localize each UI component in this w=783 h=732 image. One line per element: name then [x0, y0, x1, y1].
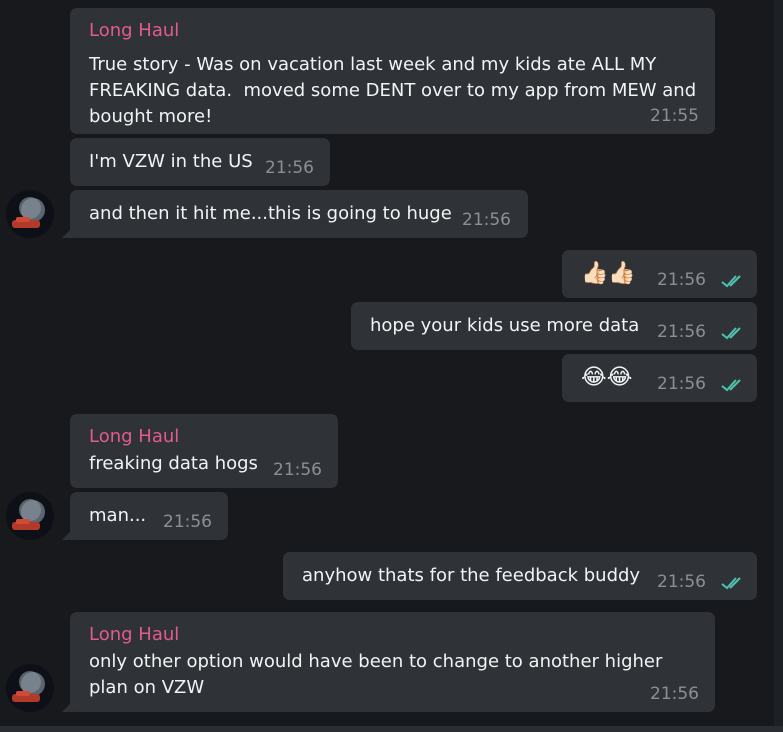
user-avatar[interactable] — [6, 664, 54, 712]
message-time: 21:56 — [657, 270, 706, 290]
message-text: freaking data hogs — [89, 453, 258, 474]
message-text: hope your kids use more data — [370, 315, 640, 336]
message-text: and then it hit me...this is going to hu… — [89, 203, 452, 224]
double-check-icon — [721, 275, 741, 288]
user-avatar[interactable] — [6, 190, 54, 238]
message-time: 21:56 — [273, 460, 322, 480]
message-bubble-outgoing[interactable]: 👍🏻👍🏻 21:56 — [562, 250, 757, 298]
message-bubble-outgoing[interactable]: 😂😂 21:56 — [562, 354, 757, 402]
message-time: 21:56 — [163, 512, 212, 532]
sender-name[interactable]: Long Haul — [89, 624, 179, 646]
message-bubble[interactable]: Long Haul freaking data hogs 21:56 — [70, 414, 338, 488]
message-time: 21:56 — [657, 374, 706, 394]
message-text: anyhow thats for the feedback buddy — [302, 565, 641, 586]
message-text-line: only other option would have been to cha… — [89, 651, 663, 672]
message-bubble-outgoing[interactable]: hope your kids use more data 21:56 — [351, 302, 757, 350]
avatar-image — [6, 664, 54, 712]
sender-name[interactable]: Long Haul — [89, 426, 179, 448]
message-bubble[interactable]: and then it hit me...this is going to hu… — [70, 190, 528, 238]
message-time: 21:56 — [657, 572, 706, 592]
message-text: 👍🏻👍🏻 — [581, 261, 636, 286]
scrollbar-track[interactable] — [774, 0, 783, 732]
sender-name[interactable]: Long Haul — [89, 20, 179, 42]
message-bubble-outgoing[interactable]: anyhow thats for the feedback buddy 21:5… — [283, 552, 757, 600]
message-text-line: bought more! — [89, 106, 213, 127]
message-bubble[interactable]: Long Haul only other option would have b… — [70, 612, 715, 712]
message-time: 21:56 — [650, 684, 699, 704]
message-text-line: True story - Was on vacation last week a… — [89, 54, 657, 75]
double-check-icon — [721, 379, 741, 392]
message-time: 21:56 — [462, 210, 511, 230]
chat-history: Long Haul True story - Was on vacation l… — [0, 0, 783, 732]
avatar-image — [6, 190, 54, 238]
message-text-line: plan on VZW — [89, 677, 205, 698]
user-avatar[interactable] — [6, 492, 54, 540]
double-check-icon — [721, 577, 741, 590]
message-time: 21:55 — [650, 106, 699, 126]
avatar-image — [6, 492, 54, 540]
message-time: 21:56 — [657, 322, 706, 342]
message-bubble[interactable]: man... 21:56 — [70, 492, 228, 540]
message-text: man... — [89, 505, 147, 526]
double-check-icon — [721, 327, 741, 340]
message-bubble[interactable]: Long Haul True story - Was on vacation l… — [70, 8, 715, 134]
message-text: I'm VZW in the US — [89, 151, 253, 172]
composer-bar-edge — [0, 726, 783, 732]
message-text: 😂😂 — [581, 365, 633, 390]
message-text-line: FREAKING data. moved some DENT over to m… — [89, 80, 697, 101]
message-bubble[interactable]: I'm VZW in the US 21:56 — [70, 138, 330, 186]
message-time: 21:56 — [265, 158, 314, 178]
